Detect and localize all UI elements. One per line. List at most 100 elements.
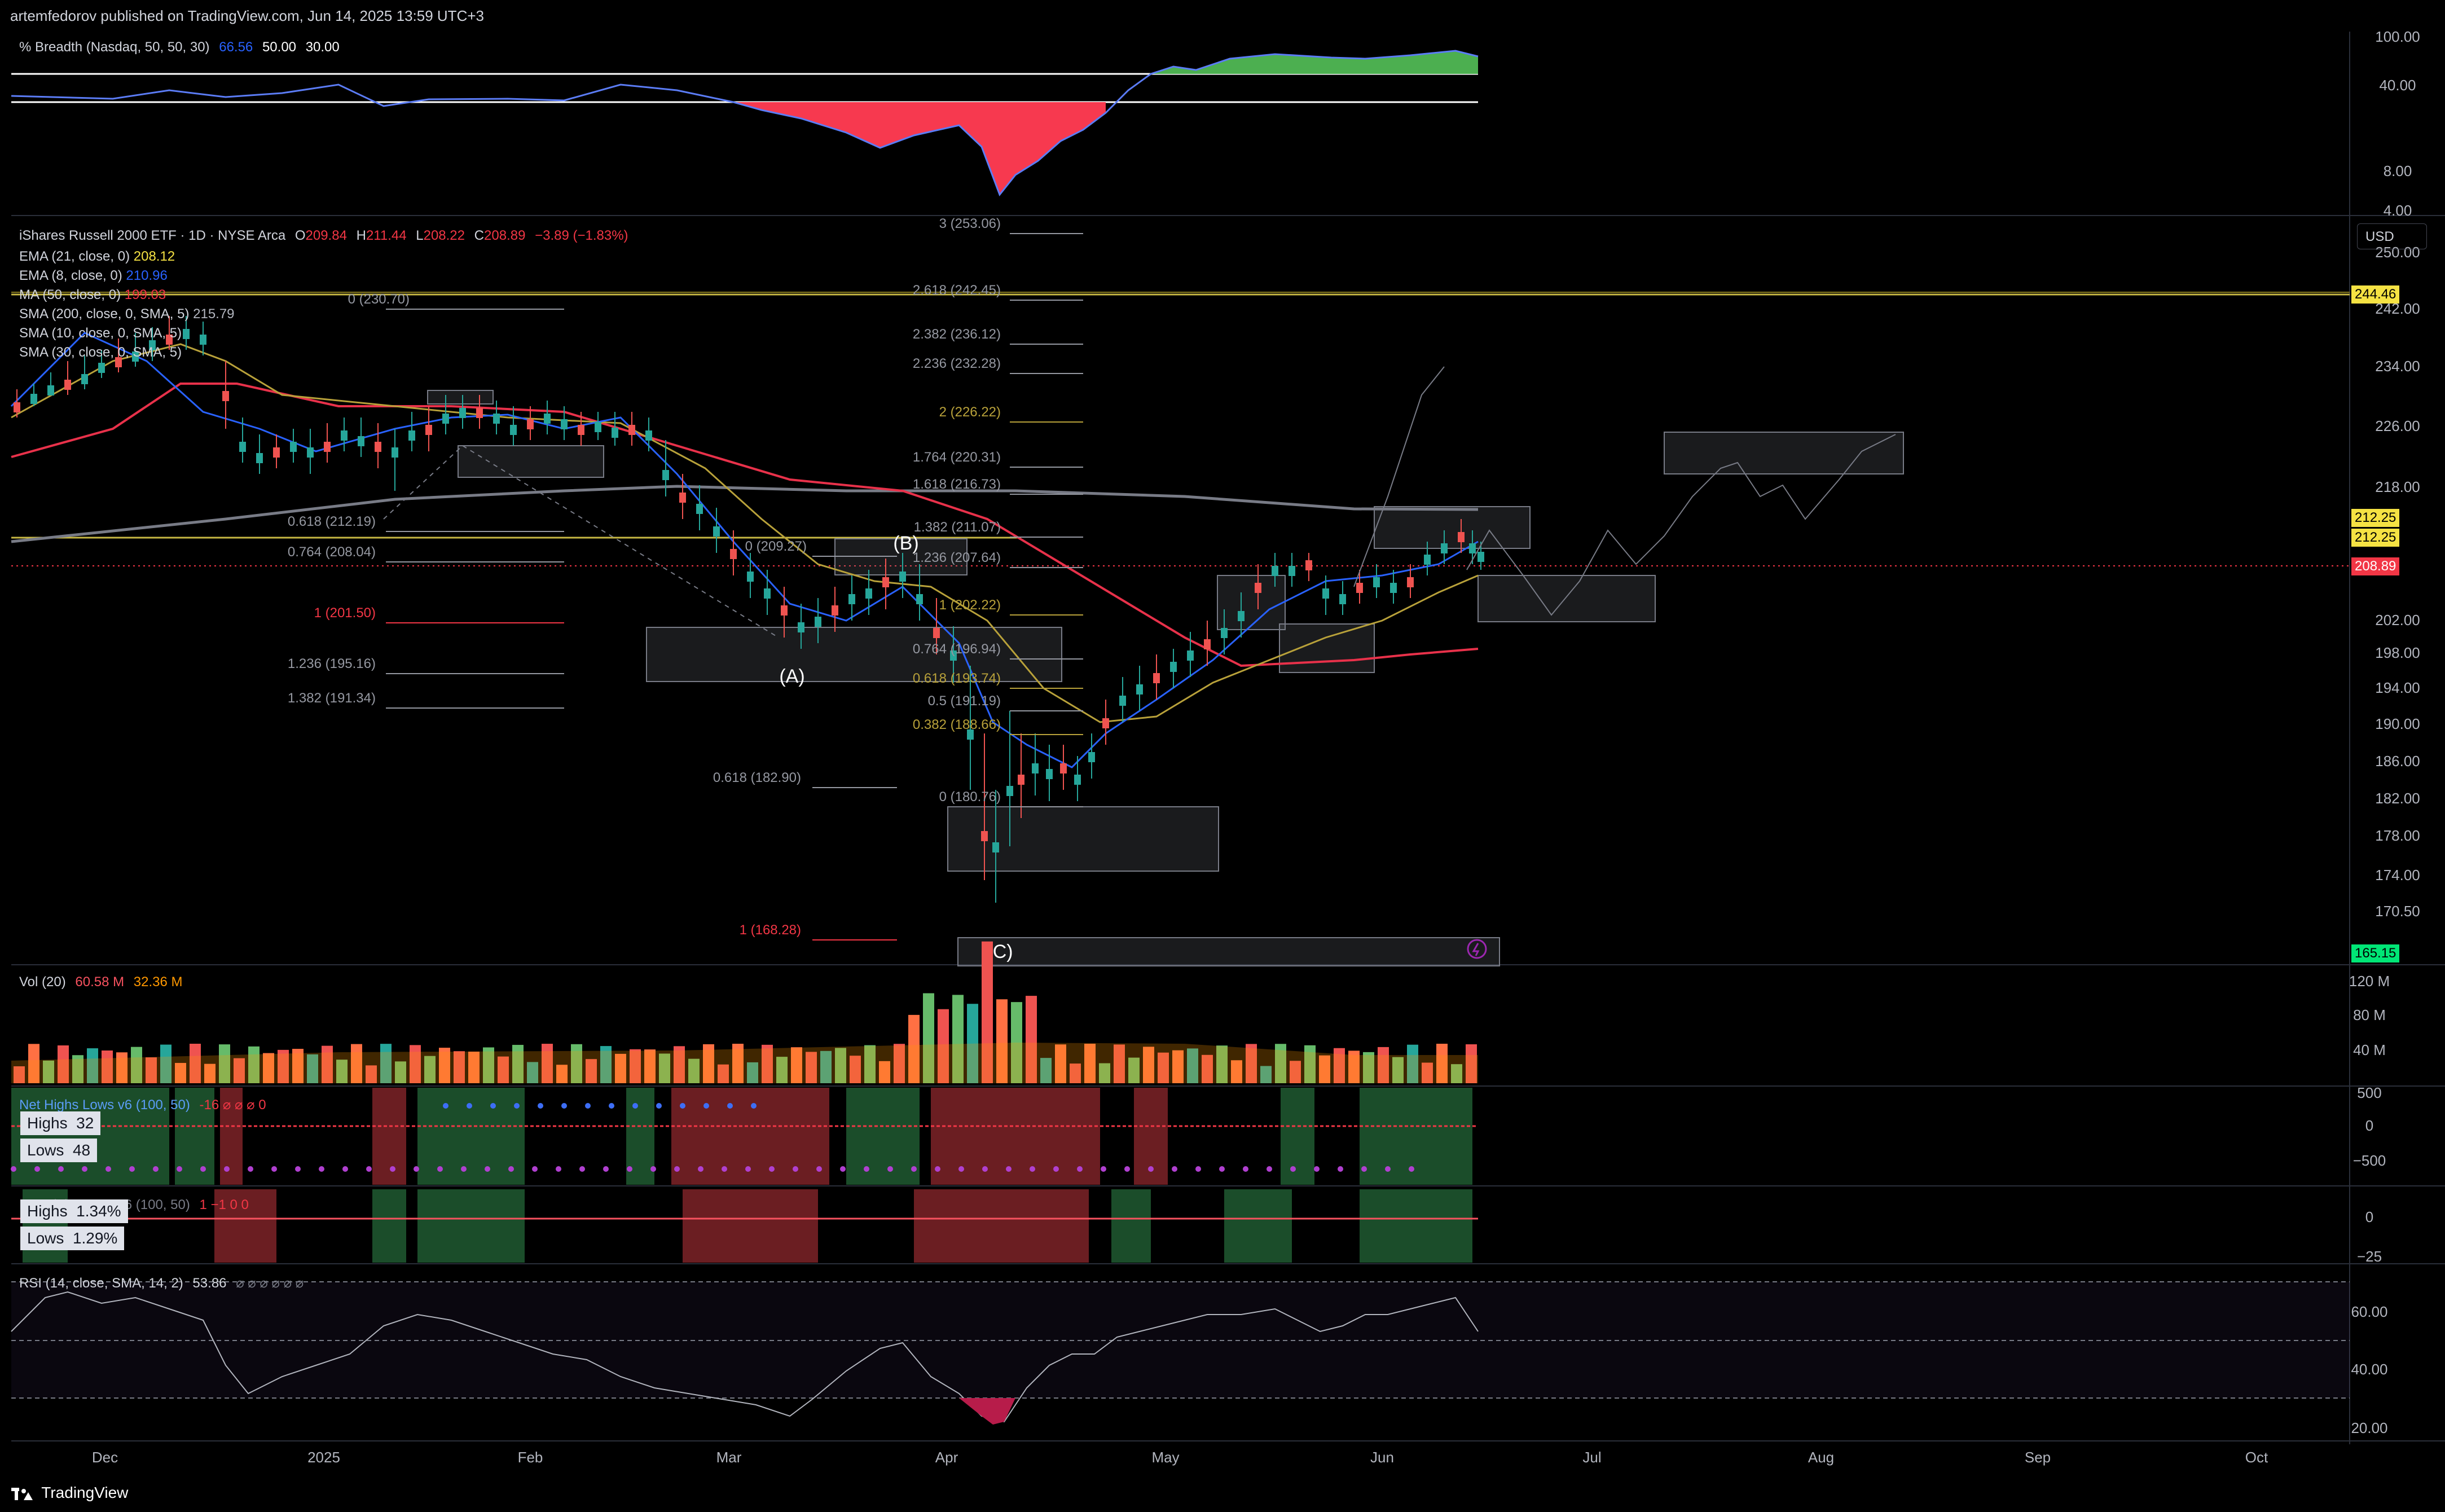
candle-body [222, 391, 229, 401]
net-hl-pct-bg [1224, 1189, 1292, 1263]
breadth-axis-label: 100.00 [2375, 28, 2420, 45]
indicator-row[interactable]: SMA (30, close, 0, SMA, 5) [19, 343, 235, 362]
net-hl-dot [1172, 1166, 1177, 1172]
net-hl-dot [532, 1166, 538, 1172]
net-hl-highs-box: Highs 32 [20, 1111, 101, 1135]
candle-body [933, 628, 940, 638]
close-label: C [474, 228, 485, 243]
net-hl-dot [153, 1166, 159, 1172]
indicator-label: EMA (8, close, 0) [19, 268, 126, 283]
candle-body [1102, 718, 1109, 728]
candle-body [798, 622, 804, 632]
indicator-label: SMA (10, close, 0, SMA, 5) [19, 326, 182, 341]
time-axis-label: Jun [1370, 1449, 1394, 1466]
net-hl-dot [722, 1166, 727, 1172]
candle-body [64, 380, 71, 390]
fib-label-right: 1.236 (207.64) [913, 550, 1001, 565]
indicator-row[interactable]: EMA (8, close, 0) 210.96 [19, 266, 235, 285]
indicator-row[interactable]: MA (50, close, 0) 199.03 [19, 285, 235, 305]
net-hl-dot [650, 1166, 656, 1172]
low-label: L [416, 228, 424, 243]
fib-anchor-line [462, 445, 779, 638]
volume-axis-label: 80 M [2353, 1006, 2386, 1023]
fib-label-mid: 1 (168.28) [740, 922, 801, 938]
time-axis-label: Dec [92, 1449, 118, 1466]
candle-body [1006, 786, 1013, 796]
net-hl-dot [864, 1166, 869, 1172]
indicator-row[interactable]: SMA (200, close, 0, SMA, 5) 215.79 [19, 305, 235, 324]
fib-label-right: 2.382 (236.12) [913, 327, 1001, 342]
candle-body [544, 414, 551, 424]
net-hl-dot [58, 1166, 64, 1172]
close-value: 208.89 [484, 228, 526, 243]
net-hl-pct-highs-value: 1.34% [76, 1202, 121, 1220]
candle-body [832, 605, 838, 616]
symbol-title[interactable]: iShares Russell 2000 ETF · 1D · NYSE Arc… [19, 228, 285, 243]
candle-body [612, 428, 618, 438]
price-tag: 212.25 [2351, 509, 2400, 527]
indicator-value: 210.96 [126, 268, 168, 283]
time-axis-label: 2025 [307, 1449, 340, 1466]
candle-body [1119, 696, 1126, 706]
net-hl-dot [674, 1166, 680, 1172]
net-hl-dot [200, 1166, 206, 1172]
net-hl-dot [1053, 1166, 1059, 1172]
candle-body [1153, 673, 1160, 683]
net-hl-axis-label: 500 [2357, 1084, 2381, 1101]
net-hl-axis-label: 0 [2365, 1117, 2373, 1134]
candle-body [358, 436, 364, 446]
currency-button[interactable]: USD [2357, 223, 2427, 249]
net-hl-dot [485, 1166, 490, 1172]
tradingview-icon [11, 1487, 33, 1500]
fib-label-right: 2.236 (232.28) [913, 356, 1001, 371]
candle-body [561, 419, 568, 429]
candle-body [1407, 577, 1414, 587]
net-hl-dot [603, 1166, 609, 1172]
net-hl-dot [82, 1166, 87, 1172]
indicator-row[interactable]: SMA (10, close, 0, SMA, 5) [19, 324, 235, 343]
candle-body [459, 408, 466, 418]
zone-box [1664, 432, 1904, 474]
net-hl-highs-label: Highs [27, 1114, 68, 1132]
net-hl-bg [372, 1088, 406, 1185]
net-hl-dot [1006, 1166, 1012, 1172]
candle-body [578, 425, 584, 435]
candle-body [239, 442, 246, 452]
net-hl-lows-label: Lows [27, 1141, 64, 1159]
net-hl-dot-blue [443, 1103, 448, 1109]
candle-body [645, 430, 652, 441]
net-hl-dot [319, 1166, 324, 1172]
chart-canvas[interactable]: 100.0040.008.004.00250.00242.00234.00226… [0, 0, 2445, 1512]
rsi-axis-label: 60.00 [2351, 1303, 2387, 1320]
fib-label-mid: 0.618 (182.90) [713, 770, 801, 785]
candle-body [865, 588, 872, 599]
candle-body [1441, 543, 1448, 553]
breadth-axis-label: 4.00 [2384, 202, 2412, 219]
net-hl-pct-highs-box: Highs 1.34% [20, 1199, 128, 1223]
breadth-title: % Breadth (Nasdaq, 50, 50, 30) [19, 39, 210, 55]
candle-body [1221, 628, 1228, 638]
candle-body [341, 430, 348, 441]
candle-body [527, 419, 534, 429]
indicator-row[interactable]: EMA (21, close, 0) 208.12 [19, 247, 235, 266]
volume-value-1: 60.58 M [75, 974, 125, 990]
time-axis-label: Aug [1808, 1449, 1834, 1466]
price-axis-label: 226.00 [2375, 417, 2420, 434]
tradingview-logo[interactable]: TradingView [11, 1480, 128, 1505]
net-hl-dot [911, 1166, 917, 1172]
net-hl-dot [342, 1166, 348, 1172]
net-hl-pct-bg [683, 1189, 818, 1263]
indicator-value: 215.79 [193, 306, 235, 322]
candle-body [1018, 775, 1024, 785]
price-axis-label: 194.00 [2375, 679, 2420, 696]
volume-legend: Vol (20) 60.58 M 32.36 M [19, 974, 188, 990]
net-hl-title: Net Highs Lows v6 (100, 50) [19, 1097, 190, 1113]
candle-body [476, 408, 483, 418]
fib-label-right: 2 (226.22) [939, 405, 1001, 420]
candle-body [98, 363, 105, 373]
fib-label-mid: 0 (209.27) [745, 539, 807, 554]
net-hl-dot [816, 1166, 822, 1172]
candle-body [1469, 543, 1476, 553]
time-axis-label: Feb [518, 1449, 543, 1466]
net-hl-dot-blue [727, 1103, 733, 1109]
